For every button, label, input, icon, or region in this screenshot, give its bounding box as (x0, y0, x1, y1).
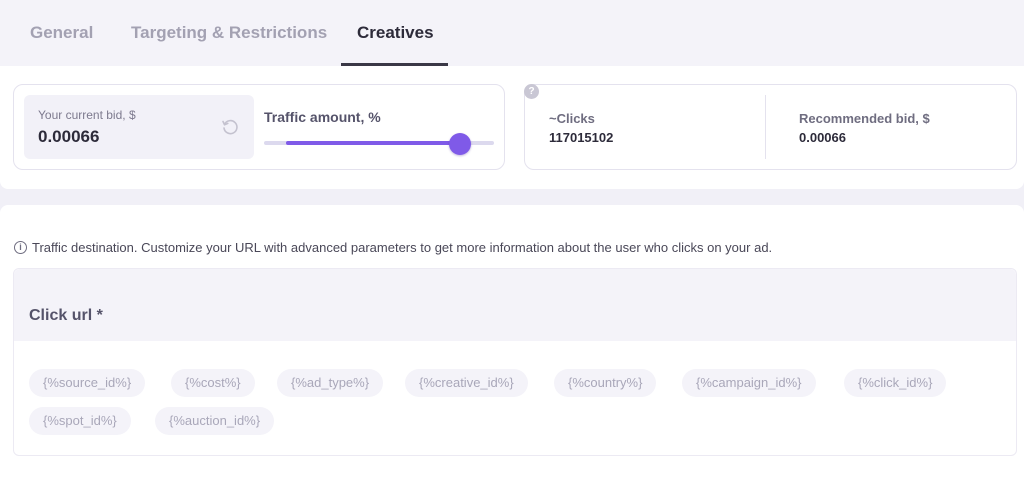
help-icon[interactable]: ? (524, 84, 539, 99)
recommended-bid-value: 0.00066 (799, 130, 846, 145)
traffic-destination-text: Traffic destination. Customize your URL … (32, 240, 773, 255)
bid-section: Your current bid, $ 0.00066 Traffic amou… (0, 66, 1024, 189)
recommended-bid-label: Recommended bid, $ (799, 111, 930, 126)
reset-icon[interactable] (220, 117, 240, 137)
param-chip[interactable]: {%country%} (554, 369, 657, 397)
click-url-card: {%source_id%} {%cost%} {%ad_type%} {%cre… (13, 268, 1017, 456)
info-icon: i (14, 241, 27, 254)
param-chip[interactable]: {%click_id%} (844, 369, 947, 397)
bid-panel: Your current bid, $ 0.00066 Traffic amou… (13, 84, 505, 170)
traffic-destination-section: i Traffic destination. Customize your UR… (0, 205, 1024, 477)
click-url-input[interactable] (14, 269, 1016, 341)
stats-divider (765, 95, 766, 159)
param-chip[interactable]: {%ad_type%} (277, 369, 384, 397)
clicks-label: ~Clicks (549, 111, 595, 126)
current-bid-box[interactable]: Your current bid, $ 0.00066 (24, 95, 254, 159)
param-chip[interactable]: {%campaign_id%} (682, 369, 816, 397)
current-bid-label: Your current bid, $ (38, 108, 136, 122)
param-chip[interactable]: {%source_id%} (29, 369, 146, 397)
current-bid-value: 0.00066 (38, 127, 100, 146)
tab-bar: General Targeting & Restrictions Creativ… (0, 0, 1024, 66)
traffic-amount-slider[interactable] (264, 133, 494, 155)
tab-targeting-restrictions[interactable]: Targeting & Restrictions (131, 23, 327, 43)
param-chip[interactable]: {%spot_id%} (29, 407, 131, 435)
tab-creatives[interactable]: Creatives (357, 23, 434, 43)
slider-thumb[interactable] (449, 133, 471, 155)
tab-general[interactable]: General (30, 23, 93, 43)
stats-panel: ? ~Clicks 117015102 Recommended bid, $ 0… (524, 84, 1017, 170)
clicks-value: 117015102 (549, 130, 614, 145)
slider-fill (286, 141, 460, 145)
traffic-destination-info: i Traffic destination. Customize your UR… (14, 240, 772, 255)
param-chip[interactable]: {%auction_id%} (155, 407, 275, 435)
param-chip[interactable]: {%creative_id%} (405, 369, 528, 397)
param-chip[interactable]: {%cost%} (171, 369, 255, 397)
traffic-amount-label: Traffic amount, % (264, 109, 381, 125)
